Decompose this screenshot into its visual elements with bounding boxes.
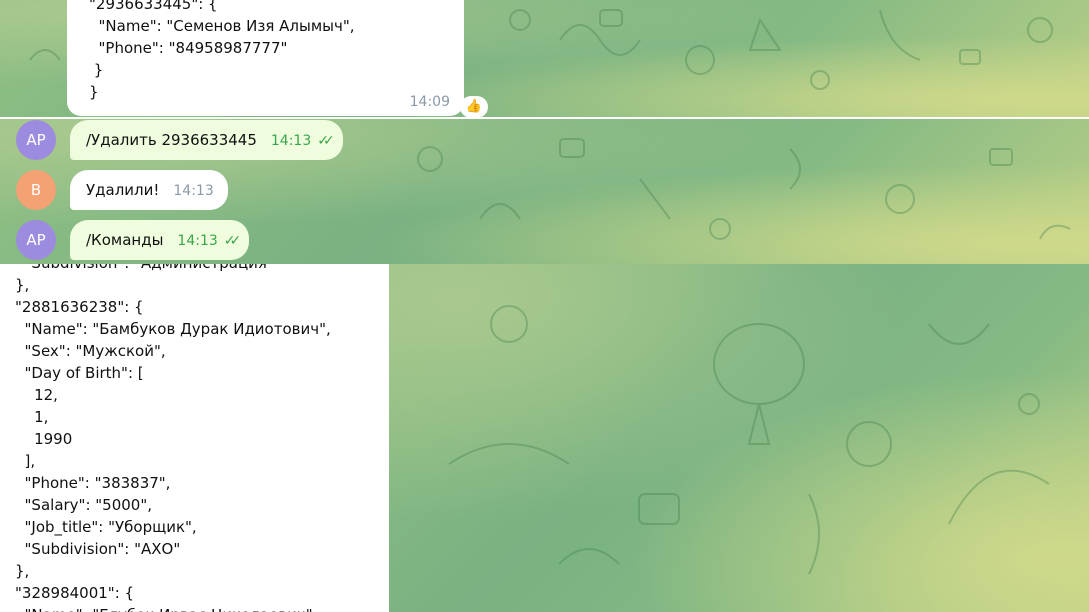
message-text: Удалили! — [86, 181, 160, 199]
code-line: "Salary": "5000", — [15, 496, 153, 514]
code-line: 12, — [15, 386, 58, 404]
code-line: "Day of Birth": [ — [15, 364, 144, 382]
chat-panel-top: "2936633445": { "Name": "Семенов Изя Алы… — [0, 0, 1089, 117]
code-line: "Phone": "383837", — [15, 474, 171, 492]
message-time: 14:13 — [270, 133, 312, 149]
message-code-text: "Subdivision": "Администрация"}, "2881636… — [15, 264, 331, 612]
message-bubble[interactable]: /Удалить 2936633445 14:13 ✓✓ — [70, 120, 343, 160]
thumbs-up-reaction-icon[interactable]: 👍 — [460, 96, 488, 117]
chat-panel-middle: АР/Удалить 2936633445 14:13 ✓✓ В Удалили! 14:… — [0, 119, 1089, 265]
message-bubble[interactable]: /Команды 14:13 ✓✓ — [70, 220, 250, 260]
wallpaper-pattern — [448, 305, 1050, 575]
code-line: } — [89, 61, 104, 79]
code-line: "Subdivision": "Администрация" — [15, 264, 331, 274]
code-line: "Job_title": "Уборщик", — [15, 518, 197, 536]
message-code-text: "2936633445": { "Name": "Семенов Изя Алы… — [89, 0, 355, 103]
code-line: ], — [15, 452, 36, 470]
code-line: "2881636238": { — [15, 298, 144, 316]
code-line: "2936633445": { — [89, 0, 218, 13]
code-line: "328984001": { — [15, 584, 135, 602]
code-line: "Name": "Глубок Ирвас Николаевич", — [15, 604, 331, 612]
avatar[interactable]: АР — [16, 220, 56, 260]
code-line: "Phone": "84958987777" — [89, 39, 288, 57]
message-time: 14:09 — [409, 94, 450, 110]
message-text: /Команды — [86, 231, 164, 249]
code-line: 1, — [15, 408, 49, 426]
avatar[interactable]: В — [16, 170, 56, 210]
code-line: "Name": "Семенов Изя Алымыч", — [89, 17, 355, 35]
code-line: 1990 — [15, 430, 73, 448]
read-checkmarks-icon: ✓✓ — [223, 233, 242, 249]
message-bubble-json[interactable]: "2936633445": { "Name": "Семенов Изя Алы… — [67, 0, 464, 116]
message-bubble[interactable]: Удалили! 14:13 — [70, 170, 228, 210]
code-line: }, — [15, 562, 30, 580]
code-line: } — [89, 83, 99, 101]
read-checkmarks-icon: ✓✓ — [317, 133, 335, 149]
code-line: "Subdivision": "АХО" — [15, 540, 181, 558]
chat-background — [389, 264, 1089, 612]
message-time: 14:13 — [177, 233, 218, 249]
message-time: 14:13 — [173, 183, 214, 199]
message-text: /Удалить 2936633445 — [86, 131, 257, 149]
code-line: "Sex": "Мужской", — [15, 342, 166, 360]
code-line: }, — [15, 276, 30, 294]
avatar[interactable]: АР — [16, 120, 56, 160]
code-line: "Name": "Бамбуков Дурак Идиотович", — [15, 320, 331, 338]
message-bubble-json-list[interactable]: "Subdivision": "Администрация"}, "2881636… — [0, 264, 389, 612]
